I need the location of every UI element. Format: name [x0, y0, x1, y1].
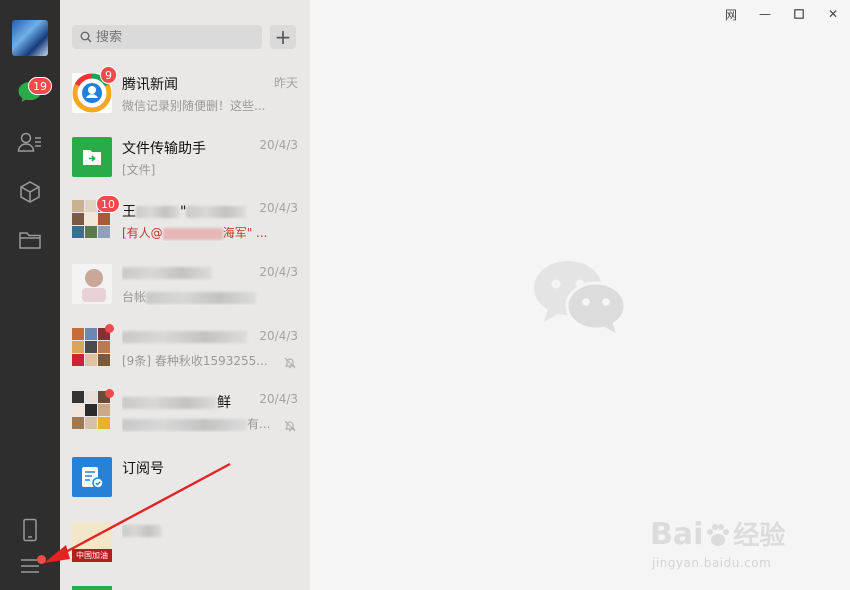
watermark-brand-tail: 经验 — [733, 521, 786, 551]
baidu-watermark: Bai 经验 — [650, 515, 785, 552]
annotation-arrow — [44, 462, 231, 563]
paw-icon — [705, 522, 731, 548]
watermark-brand: Bai — [650, 517, 704, 552]
watermark-url: jingyan.baidu.com — [652, 556, 772, 570]
